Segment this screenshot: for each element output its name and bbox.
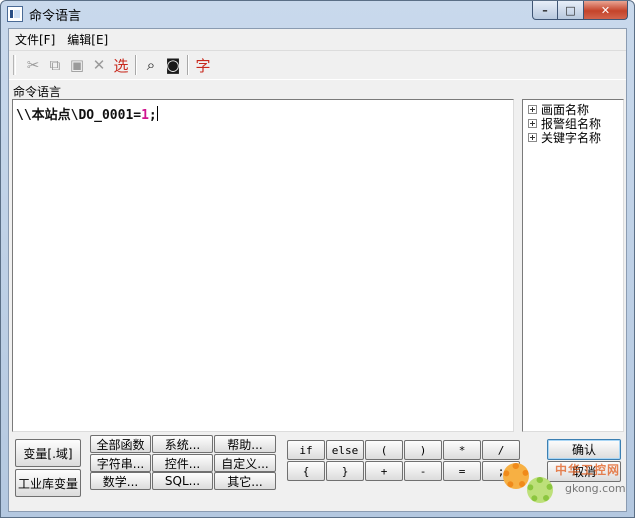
minimize-button[interactable]: – [532, 1, 558, 20]
green-gear-icon [527, 477, 553, 503]
op-close-paren-button[interactable]: ) [404, 440, 442, 460]
title-bar[interactable]: 命令语言 – □ ✕ [1, 1, 634, 27]
text-caret [156, 106, 158, 121]
cut-icon[interactable]: ✂ [22, 54, 44, 76]
camera-icon[interactable]: ◙ [162, 54, 184, 76]
copy-icon[interactable]: ⧉ [44, 54, 66, 76]
sql-button[interactable]: SQL... [152, 472, 213, 490]
control-button[interactable]: 控件... [152, 454, 213, 472]
paste-icon[interactable]: ▣ [66, 54, 88, 76]
maximize-icon: □ [565, 3, 576, 17]
code-editor[interactable]: \\本站点\DO_0001=1; [12, 99, 514, 432]
code-number: 1 [141, 108, 149, 123]
expand-plus-icon[interactable] [528, 118, 537, 128]
watermark-url: gkong.com [565, 482, 626, 495]
string-button[interactable]: 字符串... [90, 454, 151, 472]
delete-icon[interactable]: ✕ [88, 54, 110, 76]
all-functions-button[interactable]: 全部函数 [90, 435, 151, 453]
other-button[interactable]: 其它... [214, 472, 276, 490]
code-line: \\本站点\DO_0001=1; [16, 104, 158, 123]
custom-button[interactable]: 自定义... [214, 454, 276, 472]
op-open-paren-button[interactable]: ( [365, 440, 403, 460]
op-else-button[interactable]: else [326, 440, 364, 460]
select-button[interactable]: 选 [110, 54, 132, 76]
app-window: 命令语言 – □ ✕ 文件[F] 编辑[E] ✂ ⧉ ▣ ✕ 选 ⌕ ◙ 字 命… [0, 0, 635, 518]
math-button[interactable]: 数学... [90, 472, 151, 490]
op-close-brace-button[interactable]: } [326, 461, 364, 481]
op-minus-button[interactable]: - [404, 461, 442, 481]
tree-item-label: 关键字名称 [541, 130, 602, 145]
close-button[interactable]: ✕ [584, 1, 628, 20]
industrial-variable-button[interactable]: 工业库变量 [15, 469, 81, 497]
name-tree[interactable]: 画面名称 报警组名称 关键字名称 [522, 99, 624, 432]
menu-bar: 文件[F] 编辑[E] [9, 29, 626, 49]
app-icon[interactable] [7, 6, 23, 22]
op-if-button[interactable]: if [287, 440, 325, 460]
window-title: 命令语言 [29, 9, 82, 24]
system-button[interactable]: 系统... [152, 435, 213, 453]
toolbar-separator [187, 55, 189, 75]
orange-gear-icon [503, 463, 529, 489]
menu-file[interactable]: 文件[F] [9, 29, 61, 49]
watermark-logo: 中华工控网 gkong.com [499, 457, 629, 507]
expand-plus-icon[interactable] [528, 132, 537, 142]
maximize-button[interactable]: □ [558, 1, 584, 20]
minimize-icon: – [542, 3, 548, 17]
close-icon: ✕ [600, 3, 611, 17]
op-equals-button[interactable]: = [443, 461, 481, 481]
caption-buttons: – □ ✕ [532, 1, 628, 20]
watermark-text: 中华工控网 [555, 463, 621, 477]
find-binoculars-icon[interactable]: ⌕ [140, 54, 162, 76]
op-plus-button[interactable]: + [365, 461, 403, 481]
op-open-brace-button[interactable]: { [287, 461, 325, 481]
code-text: \\本站点\DO_0001= [16, 108, 142, 123]
code-end: ; [148, 108, 157, 123]
variable-domain-button[interactable]: 变量[.域] [15, 439, 81, 467]
font-button[interactable]: 字 [192, 54, 214, 76]
help-button[interactable]: 帮助... [214, 435, 276, 453]
expand-plus-icon[interactable] [528, 104, 537, 114]
op-multiply-button[interactable]: * [443, 440, 481, 460]
toolbar: ✂ ⧉ ▣ ✕ 选 ⌕ ◙ 字 [9, 50, 626, 80]
section-label: 命令语言 [13, 85, 62, 99]
client-area: 文件[F] 编辑[E] ✂ ⧉ ▣ ✕ 选 ⌕ ◙ 字 命令语言 \\本站点\D… [8, 28, 627, 512]
toolbar-grip-icon[interactable] [13, 55, 16, 75]
tree-item-keyword-names[interactable]: 关键字名称 [523, 130, 623, 145]
menu-edit[interactable]: 编辑[E] [61, 29, 114, 49]
toolbar-separator [135, 55, 137, 75]
